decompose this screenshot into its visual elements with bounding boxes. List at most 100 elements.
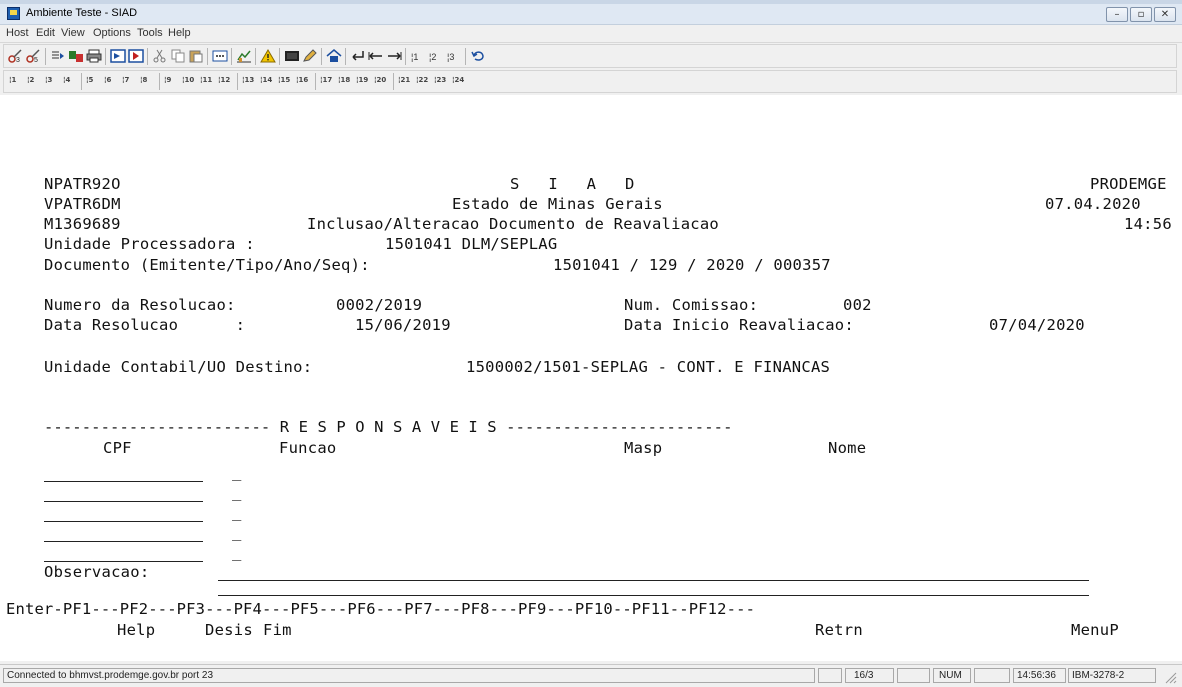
num-lock-indicator: NUM	[933, 668, 971, 683]
cut-icon[interactable]: 3	[8, 49, 24, 63]
cut-all-icon[interactable]: 5	[26, 49, 42, 63]
enter-key-icon[interactable]	[350, 49, 366, 63]
pf2-button[interactable]: ¦2	[27, 76, 34, 84]
terminal-type: IBM-3278-2	[1068, 668, 1156, 683]
pf3-button[interactable]: ¦3	[45, 76, 52, 84]
pf24-button[interactable]: ¦24	[452, 76, 464, 84]
pf1-button[interactable]: ¦1	[9, 76, 16, 84]
pf11-button[interactable]: ¦11	[200, 76, 212, 84]
cursor-position: 16/3	[845, 668, 894, 683]
print-icon[interactable]	[86, 49, 102, 63]
cpf-field-5[interactable]	[44, 561, 203, 562]
pf17-button[interactable]: ¦17	[320, 76, 332, 84]
pf15-button[interactable]: ¦15	[278, 76, 290, 84]
status-blank-1	[818, 668, 842, 683]
pa3-icon[interactable]: ¦3	[446, 49, 462, 63]
pf12-button[interactable]: ¦12	[218, 76, 230, 84]
transfer-icon[interactable]	[68, 49, 84, 63]
pf22-button[interactable]: ¦22	[416, 76, 428, 84]
pf4-button[interactable]: ¦4	[63, 76, 70, 84]
pf9-retrn[interactable]: Retrn	[815, 621, 863, 639]
close-button[interactable]: ✕	[1154, 7, 1176, 22]
resize-grip-icon[interactable]	[1163, 670, 1177, 684]
col-cpf: CPF	[103, 439, 132, 457]
cpf-field-2[interactable]	[44, 501, 203, 502]
status-clock: 14:56:36	[1013, 668, 1066, 683]
unidade-value: 1501041 DLM/SEPLAG	[385, 235, 558, 253]
pf7-button[interactable]: ¦7	[122, 76, 129, 84]
macro-icon[interactable]	[212, 49, 228, 63]
svg-text:3: 3	[16, 57, 20, 63]
cpf-field-1[interactable]	[44, 481, 203, 482]
back-tab-icon[interactable]	[368, 49, 384, 63]
destino-field[interactable]: 1500002/1501-SEPLAG - CONT. E FINANCAS	[466, 358, 830, 376]
pf14-button[interactable]: ¦14	[260, 76, 272, 84]
screen-date: 07.04.2020	[1045, 195, 1141, 213]
pf13-button[interactable]: ¦13	[242, 76, 254, 84]
send-icon[interactable]	[50, 49, 66, 63]
pf6-button[interactable]: ¦6	[104, 76, 111, 84]
home-icon[interactable]	[326, 49, 342, 63]
chart-icon[interactable]	[236, 49, 252, 63]
funcao-field-3[interactable]: _	[232, 503, 242, 521]
main-toolbar: 3 5 ¦1 ¦2 ¦3	[3, 44, 1177, 68]
pa1-icon[interactable]: ¦1	[410, 49, 426, 63]
cpf-field-3[interactable]	[44, 521, 203, 522]
company-name: PRODEMGE	[1090, 175, 1167, 193]
paste-icon[interactable]	[188, 49, 204, 63]
observacao-field-1[interactable]	[218, 580, 1089, 581]
warning-icon[interactable]	[260, 49, 276, 63]
display-icon[interactable]	[284, 49, 300, 63]
pf16-button[interactable]: ¦16	[296, 76, 308, 84]
screen-send-icon[interactable]	[128, 49, 144, 63]
screen-title: Inclusao/Alteracao Documento de Reavalia…	[307, 215, 720, 233]
funcao-field-2[interactable]: _	[232, 483, 242, 501]
menu-help[interactable]: Help	[168, 27, 191, 39]
pf23-button[interactable]: ¦23	[434, 76, 446, 84]
cpf-field-4[interactable]	[44, 541, 203, 542]
comissao-field[interactable]: 002	[843, 296, 872, 314]
status-bar: Connected to bhmvst.prodemge.gov.br port…	[0, 664, 1182, 687]
funcao-field-1[interactable]: _	[232, 463, 242, 481]
pf1-help[interactable]: Help	[117, 621, 155, 639]
scissors-icon[interactable]	[152, 49, 168, 63]
observacao-field-2[interactable]	[218, 595, 1089, 596]
funcao-field-5[interactable]: _	[232, 543, 242, 561]
menu-options[interactable]: Options	[93, 27, 131, 39]
data-resolucao-field[interactable]: 15/06/2019	[355, 316, 451, 334]
screen-capture-icon[interactable]	[110, 49, 126, 63]
pf21-button[interactable]: ¦21	[398, 76, 410, 84]
resolucao-label: Numero da Resolucao:	[44, 296, 236, 314]
window-title: Ambiente Teste - SIAD	[26, 7, 138, 19]
pf8-button[interactable]: ¦8	[140, 76, 147, 84]
tab-icon[interactable]	[386, 49, 402, 63]
copy-icon[interactable]	[170, 49, 186, 63]
pf2-desis[interactable]: Desis	[205, 621, 253, 639]
minimize-button[interactable]: –	[1106, 7, 1128, 22]
documento-label: Documento (Emitente/Tipo/Ano/Seq):	[44, 256, 370, 274]
menu-tools[interactable]: Tools	[137, 27, 163, 39]
pf5-button[interactable]: ¦5	[86, 76, 93, 84]
menu-edit[interactable]: Edit	[36, 27, 55, 39]
resolucao-field[interactable]: 0002/2019	[336, 296, 422, 314]
data-inicio-field[interactable]: 07/04/2020	[989, 316, 1085, 334]
pf12-menup[interactable]: MenuP	[1071, 621, 1119, 639]
destino-label: Unidade Contabil/UO Destino:	[44, 358, 313, 376]
svg-text:¦1: ¦1	[411, 52, 418, 62]
pf19-button[interactable]: ¦19	[356, 76, 368, 84]
funcao-field-4[interactable]: _	[232, 523, 242, 541]
menu-view[interactable]: View	[61, 27, 85, 39]
edit-pencil-icon[interactable]	[302, 49, 318, 63]
responsaveis-header: ------------------------ R E S P O N S A…	[44, 418, 733, 436]
pf20-button[interactable]: ¦20	[374, 76, 386, 84]
menu-host[interactable]: Host	[6, 27, 29, 39]
pf18-button[interactable]: ¦18	[338, 76, 350, 84]
pf3-fim[interactable]: Fim	[263, 621, 292, 639]
pf9-button[interactable]: ¦9	[164, 76, 171, 84]
maximize-button[interactable]: ▫	[1130, 7, 1152, 22]
system-title: S I A D	[510, 175, 635, 193]
pf10-button[interactable]: ¦10	[182, 76, 194, 84]
pa2-icon[interactable]: ¦2	[428, 49, 444, 63]
undo-icon[interactable]	[470, 49, 486, 63]
status-blank-2	[897, 668, 930, 683]
